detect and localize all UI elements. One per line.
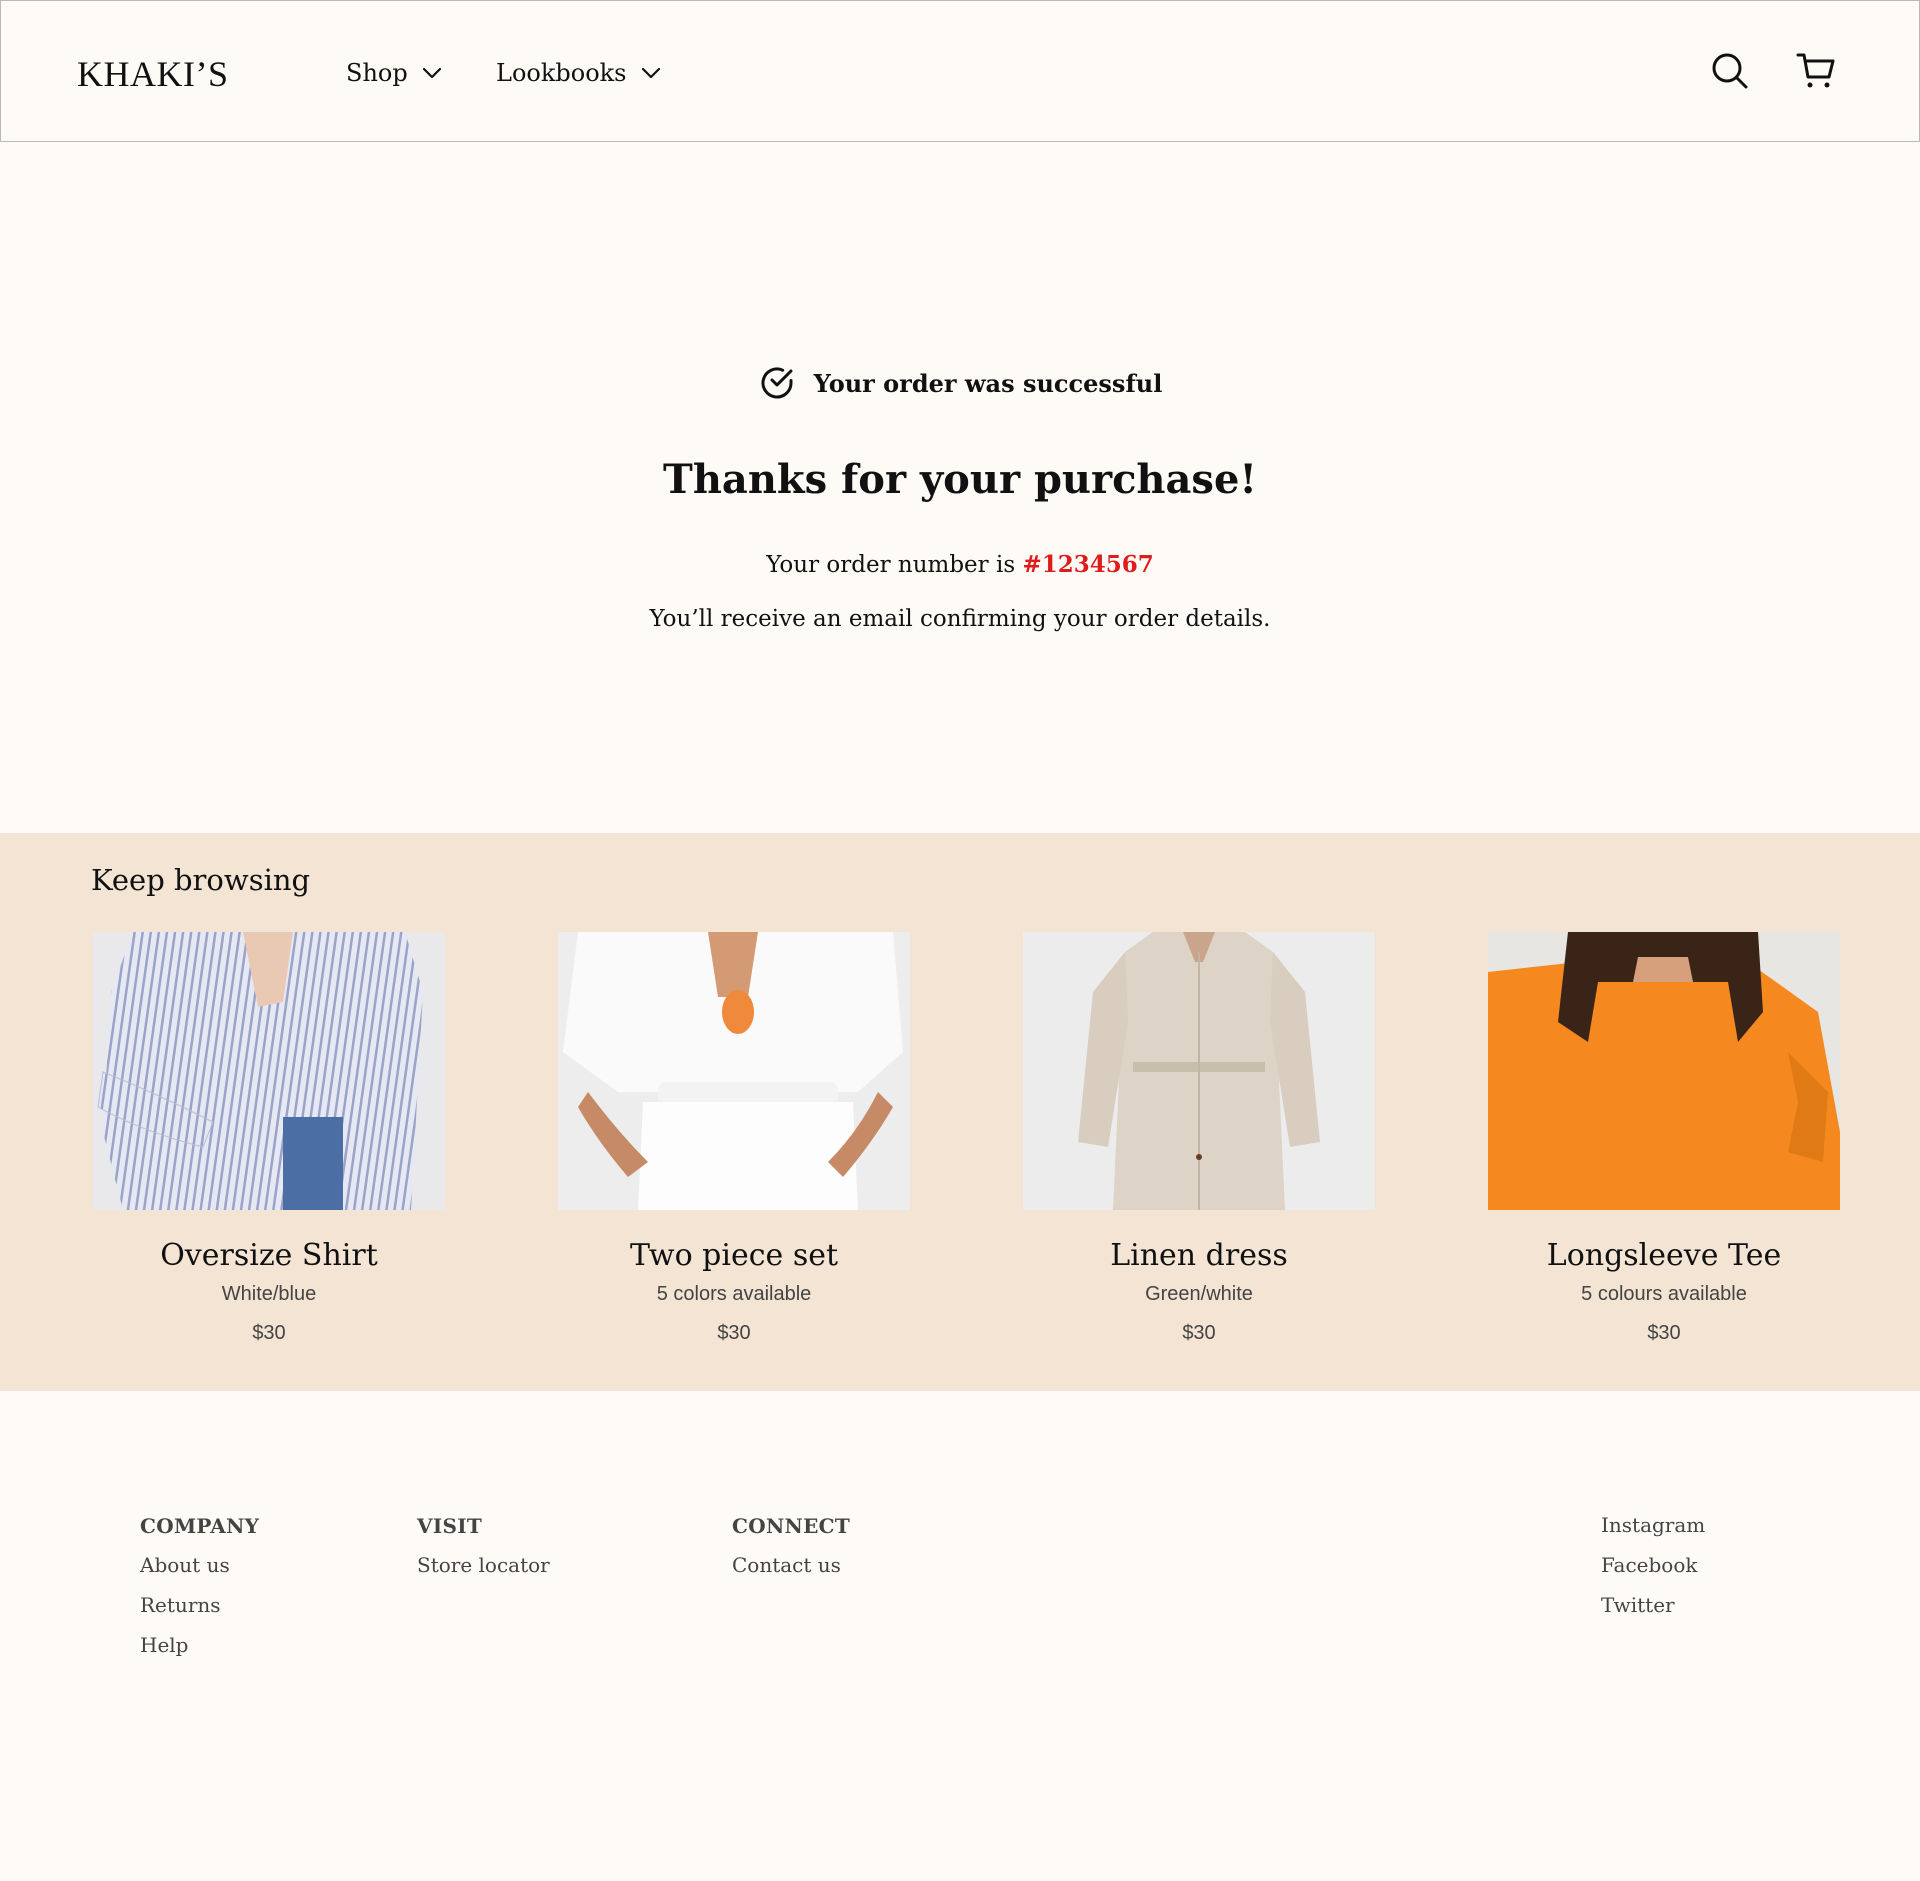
striped-shirt-photo	[93, 932, 445, 1210]
product-card-linen-dress[interactable]: Linen dress Green/white $30	[1023, 932, 1375, 1344]
product-variant: White/blue	[221, 1283, 317, 1305]
product-image[interactable]	[93, 932, 445, 1210]
site-header: KHAKI’S Shop Lookbooks	[0, 0, 1920, 142]
nav-lookbooks[interactable]: Lookbooks	[496, 59, 661, 87]
footer-heading: VISIT	[417, 1514, 483, 1538]
product-name[interactable]: Linen dress	[1023, 1238, 1375, 1273]
check-circle-icon	[761, 367, 793, 399]
footer-link-about[interactable]: About us	[140, 1554, 259, 1576]
order-status: Your order was successful	[0, 364, 1920, 402]
footer-heading: CONNECT	[732, 1514, 851, 1538]
status-text: Your order was successful	[813, 368, 1163, 398]
product-price: $30	[1182, 1322, 1216, 1344]
footer-link-facebook[interactable]: Facebook	[1601, 1554, 1705, 1576]
footer-col-social: Instagram Facebook Twitter	[1601, 1514, 1705, 1634]
linen-dress-photo	[1023, 932, 1375, 1210]
search-button[interactable]	[1710, 51, 1750, 91]
footer-col-visit: VISIT Store locator	[417, 1514, 550, 1594]
footer-link-instagram[interactable]: Instagram	[1601, 1514, 1705, 1536]
footer-link-contact[interactable]: Contact us	[732, 1554, 850, 1576]
product-image[interactable]	[558, 932, 910, 1210]
logo[interactable]: KHAKI’S	[77, 53, 229, 95]
product-name[interactable]: Oversize Shirt	[93, 1238, 445, 1273]
footer-link-help[interactable]: Help	[140, 1634, 259, 1656]
nav-shop-label: Shop	[346, 59, 408, 87]
product-variant: 5 colours available	[1581, 1283, 1747, 1305]
product-card-two-piece-set[interactable]: Two piece set 5 colors available $30	[558, 932, 910, 1344]
product-card-longsleeve-tee[interactable]: Longsleeve Tee 5 colours available $30	[1488, 932, 1840, 1344]
product-price: $30	[252, 1322, 286, 1344]
footer-link-twitter[interactable]: Twitter	[1601, 1594, 1705, 1616]
footer-link-returns[interactable]: Returns	[140, 1594, 259, 1616]
product-variant: 5 colors available	[656, 1283, 812, 1305]
section-title: Keep browsing	[91, 863, 311, 897]
footer-col-company: COMPANY About us Returns Help	[140, 1514, 259, 1674]
footer-link-store-locator[interactable]: Store locator	[417, 1554, 550, 1576]
product-price: $30	[717, 1322, 751, 1344]
order-number-label: Your order number is	[766, 552, 1023, 578]
product-image[interactable]	[1023, 932, 1375, 1210]
orange-longsleeve-photo	[1488, 932, 1840, 1210]
footer-col-connect: CONNECT Contact us	[732, 1514, 850, 1594]
product-name[interactable]: Two piece set	[558, 1238, 910, 1273]
email-note: You’ll receive an email confirming your …	[649, 606, 1271, 632]
cart-icon	[1796, 53, 1835, 88]
footer-heading: COMPANY	[140, 1514, 260, 1538]
search-icon	[1712, 53, 1748, 89]
keep-browsing-section: Keep browsing Oversize Shirt White/blue …	[0, 833, 1920, 1391]
product-name[interactable]: Longsleeve Tee	[1488, 1238, 1840, 1273]
nav-lookbooks-label: Lookbooks	[496, 59, 627, 87]
cart-button[interactable]	[1796, 51, 1836, 91]
nav-shop[interactable]: Shop	[346, 59, 442, 87]
order-number: #1234567	[1022, 551, 1154, 578]
chevron-down-icon	[641, 67, 660, 79]
product-image[interactable]	[1488, 932, 1840, 1210]
page-title: Thanks for your purchase!	[663, 456, 1257, 503]
product-card-oversize-shirt[interactable]: Oversize Shirt White/blue $30	[93, 932, 445, 1344]
white-two-piece-photo	[558, 932, 910, 1210]
product-price: $30	[1647, 1322, 1681, 1344]
product-variant: Green/white	[1145, 1283, 1253, 1305]
chevron-down-icon	[422, 67, 441, 79]
order-number-line: Your order number is #1234567	[0, 551, 1920, 578]
